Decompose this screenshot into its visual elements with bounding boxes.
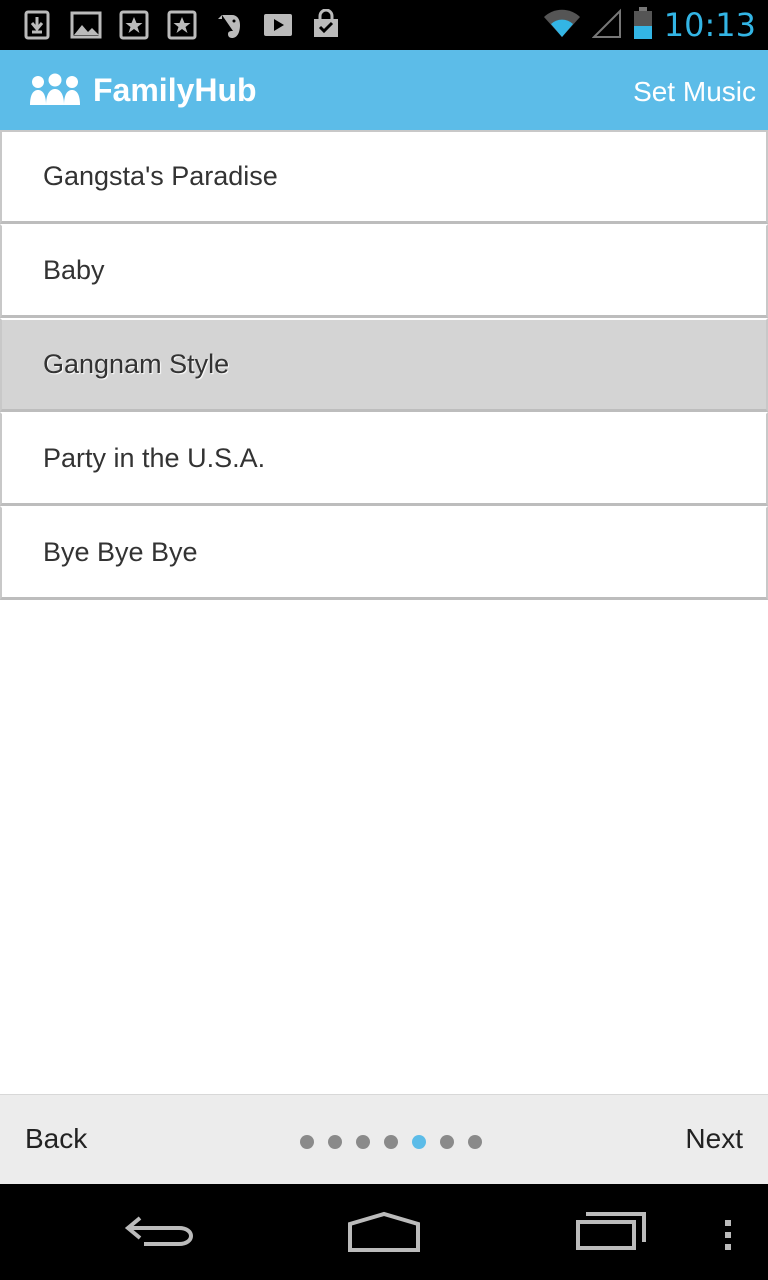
list-item[interactable]: Bye Bye Bye: [0, 506, 768, 600]
starred-doc-icon: [118, 9, 150, 41]
starred-doc-icon: [166, 9, 198, 41]
status-bar: 10:13: [0, 0, 768, 50]
download-icon: [22, 9, 54, 41]
set-music-action[interactable]: Set Music: [633, 50, 756, 130]
page-dot: [300, 1135, 314, 1149]
page-dot: [384, 1135, 398, 1149]
back-icon[interactable]: [124, 1204, 196, 1259]
song-title: Gangnam Style: [43, 349, 230, 379]
recent-apps-icon[interactable]: [574, 1204, 648, 1259]
next-button[interactable]: Next: [685, 1095, 743, 1183]
list-item-selected[interactable]: Gangnam Style: [0, 318, 768, 412]
page-dot-active: [412, 1135, 426, 1149]
song-title: Gangsta's Paradise: [43, 161, 278, 191]
family-icon[interactable]: [28, 73, 82, 107]
page-dot: [356, 1135, 370, 1149]
notification-icons: [0, 8, 342, 41]
image-icon: [70, 9, 102, 41]
back-button[interactable]: Back: [25, 1095, 87, 1183]
play-store-icon: [262, 9, 294, 41]
status-right: 10:13: [542, 0, 756, 50]
action-bar: FamilyHub Set Music: [0, 50, 768, 130]
song-list: Gangsta's Paradise Baby Gangnam Style Pa…: [0, 130, 768, 600]
page-dot: [440, 1135, 454, 1149]
list-item[interactable]: Gangsta's Paradise: [0, 130, 768, 224]
page-indicator: [300, 1135, 482, 1149]
battery-icon: [632, 6, 654, 45]
song-title: Bye Bye Bye: [43, 537, 198, 567]
list-item[interactable]: Party in the U.S.A.: [0, 412, 768, 506]
page-dot: [468, 1135, 482, 1149]
clock: 10:13: [663, 6, 756, 44]
list-item[interactable]: Baby: [0, 224, 768, 318]
evernote-icon: [214, 9, 246, 41]
signal-icon: [591, 7, 622, 44]
song-title: Baby: [43, 255, 105, 285]
overflow-menu-icon[interactable]: [722, 1204, 734, 1259]
wifi-icon: [542, 7, 582, 44]
system-nav-bar: [0, 1184, 768, 1280]
home-icon[interactable]: [346, 1204, 422, 1259]
shopping-bag-icon: [310, 8, 342, 41]
pager-bar: Back Next: [0, 1094, 768, 1184]
page-dot: [328, 1135, 342, 1149]
app-title: FamilyHub: [93, 71, 257, 108]
song-title: Party in the U.S.A.: [43, 443, 266, 473]
